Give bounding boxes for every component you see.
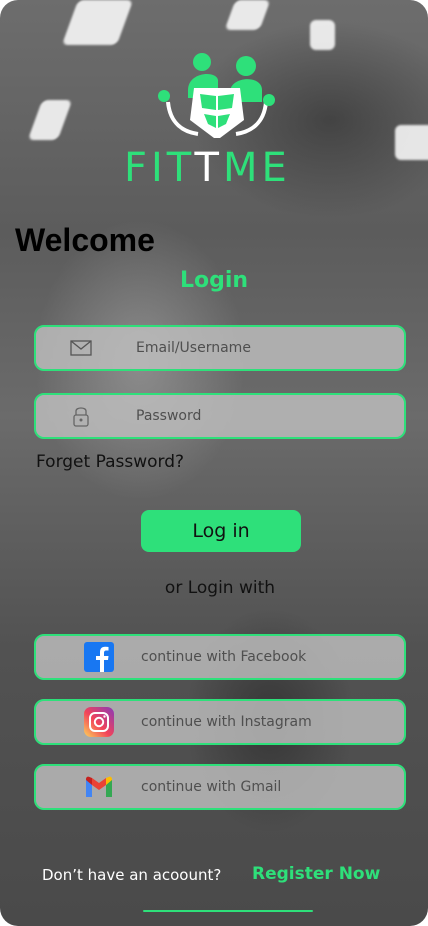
- gmail-login-label: continue with Gmail: [141, 779, 282, 795]
- gmail-icon: [86, 776, 112, 797]
- instagram-icon: [84, 707, 114, 737]
- login-title: Login: [179, 268, 249, 293]
- password-field[interactable]: Password: [34, 393, 406, 439]
- background-light: [27, 100, 73, 140]
- password-placeholder: Password: [136, 408, 202, 424]
- home-indicator: [143, 910, 313, 912]
- login-button[interactable]: Log in: [141, 510, 301, 552]
- or-login-with-label: or Login with: [164, 578, 276, 598]
- no-account-text: Don’t have an acoount?: [42, 866, 222, 884]
- login-screen: FITTME Welcome Login Email/Username Pass…: [0, 0, 428, 926]
- gmail-login-button[interactable]: continue with Gmail: [34, 764, 406, 810]
- background-light: [395, 125, 428, 160]
- welcome-heading: Welcome: [15, 222, 155, 258]
- brand-wordmark: FITTME: [124, 148, 304, 188]
- brand-part: T: [194, 145, 223, 191]
- background-light: [224, 0, 271, 30]
- forgot-password-link[interactable]: Forget Password?: [36, 452, 184, 472]
- facebook-icon: [84, 642, 114, 672]
- background-light: [310, 20, 335, 50]
- background-light: [61, 0, 134, 45]
- email-placeholder: Email/Username: [136, 340, 251, 356]
- email-field[interactable]: Email/Username: [34, 325, 406, 371]
- fittme-logo-icon: [158, 53, 275, 138]
- lock-icon: [73, 407, 89, 427]
- brand-part: ME: [222, 145, 291, 191]
- facebook-login-label: continue with Facebook: [141, 649, 307, 665]
- register-now-link[interactable]: Register Now: [252, 864, 380, 884]
- brand-part: FIT: [124, 145, 195, 191]
- facebook-login-button[interactable]: continue with Facebook: [34, 634, 406, 680]
- mail-icon: [70, 340, 92, 356]
- instagram-login-button[interactable]: continue with Instagram: [34, 699, 406, 745]
- instagram-login-label: continue with Instagram: [141, 714, 312, 730]
